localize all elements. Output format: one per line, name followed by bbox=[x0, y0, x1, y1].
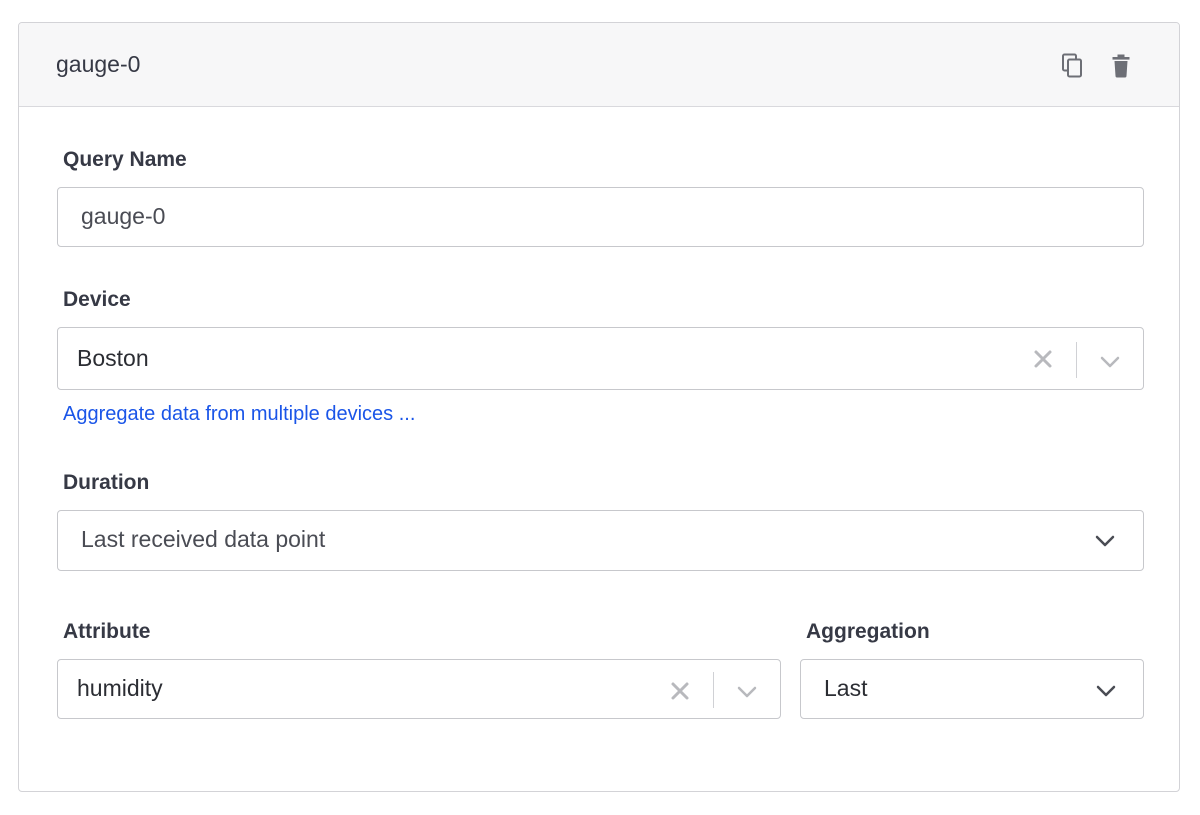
trash-icon[interactable] bbox=[1108, 53, 1134, 79]
device-select[interactable]: Boston bbox=[57, 327, 1144, 390]
chevron-down-icon[interactable] bbox=[737, 685, 757, 699]
select-separator bbox=[1076, 342, 1077, 378]
device-value: Boston bbox=[77, 345, 149, 371]
card-title: gauge-0 bbox=[56, 51, 141, 77]
aggregation-value: Last bbox=[824, 675, 868, 701]
chevron-down-icon[interactable] bbox=[1096, 684, 1116, 698]
duration-select[interactable]: Last received data point bbox=[57, 510, 1144, 571]
duration-value: Last received data point bbox=[81, 526, 326, 552]
aggregation-select[interactable]: Last bbox=[800, 659, 1144, 719]
select-separator bbox=[713, 672, 714, 708]
query-card: gauge-0 Query Name gauge-0 Device Boston bbox=[18, 22, 1180, 792]
attribute-select[interactable]: humidity bbox=[57, 659, 781, 719]
card-header: gauge-0 bbox=[19, 23, 1179, 107]
device-label: Device bbox=[63, 288, 131, 311]
query-name-label: Query Name bbox=[63, 148, 187, 171]
copy-icon[interactable] bbox=[1060, 53, 1086, 79]
duration-label: Duration bbox=[63, 471, 150, 494]
aggregate-devices-link[interactable]: Aggregate data from multiple devices ... bbox=[63, 403, 415, 426]
attribute-value: humidity bbox=[77, 675, 163, 701]
chevron-down-icon[interactable] bbox=[1100, 355, 1120, 369]
clear-icon[interactable] bbox=[1033, 349, 1053, 369]
query-name-value: gauge-0 bbox=[81, 203, 166, 229]
attribute-label: Attribute bbox=[63, 620, 151, 643]
query-name-input[interactable]: gauge-0 bbox=[57, 187, 1144, 247]
clear-icon[interactable] bbox=[670, 681, 690, 701]
aggregation-label: Aggregation bbox=[806, 620, 930, 643]
chevron-down-icon[interactable] bbox=[1095, 534, 1115, 548]
